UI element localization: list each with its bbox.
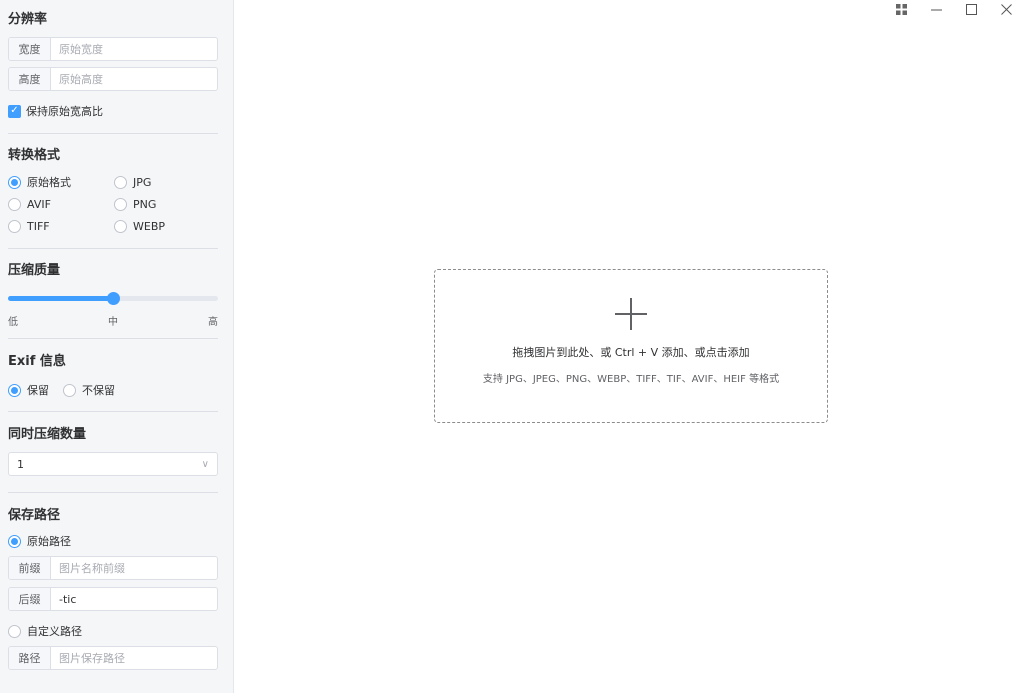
exif-option-label: 保留 bbox=[27, 384, 49, 397]
quality-label-low: 低 bbox=[8, 317, 18, 328]
radio-icon bbox=[114, 175, 127, 189]
dropzone-sub-text: 支持 JPG、JPEG、PNG、WEBP、TIFF、TIF、AVIF、HEIF … bbox=[482, 374, 780, 385]
suffix-label: 后缀 bbox=[9, 588, 51, 610]
exif-title: Exif 信息 bbox=[8, 354, 66, 369]
concurrency-select[interactable]: 1 ∨ bbox=[8, 452, 218, 476]
concurrency-value: 1 bbox=[17, 457, 24, 471]
format-option-label: TIFF bbox=[27, 219, 50, 233]
exif-radio-group: 保留 不保留 bbox=[8, 381, 115, 399]
save-path-option-label: 原始路径 bbox=[27, 535, 71, 548]
radio-icon bbox=[63, 383, 76, 397]
format-option-original[interactable]: 原始格式 bbox=[8, 173, 114, 191]
checkbox-checked-icon: ✓ bbox=[8, 104, 21, 118]
radio-icon bbox=[8, 197, 21, 211]
maximize-icon[interactable] bbox=[954, 0, 989, 18]
quality-label-high: 高 bbox=[208, 317, 218, 328]
quality-slider-fill bbox=[8, 296, 113, 301]
divider bbox=[8, 338, 218, 339]
prefix-input-group: 前缀 bbox=[8, 556, 218, 580]
divider bbox=[8, 492, 218, 493]
width-label: 宽度 bbox=[9, 38, 51, 60]
quality-labels: 低 中 高 bbox=[8, 313, 218, 328]
format-option-label: WEBP bbox=[133, 219, 166, 233]
resolution-title: 分辨率 bbox=[8, 12, 48, 27]
format-option-label: 原始格式 bbox=[27, 176, 71, 189]
radio-icon bbox=[114, 219, 127, 233]
format-option-label: JPG bbox=[133, 175, 152, 189]
radio-icon bbox=[114, 197, 127, 211]
path-input[interactable] bbox=[51, 647, 217, 669]
format-title: 转换格式 bbox=[8, 148, 61, 163]
quality-label-mid: 中 bbox=[108, 317, 118, 328]
divider bbox=[8, 248, 218, 249]
format-option-label: AVIF bbox=[27, 197, 51, 211]
plus-icon bbox=[615, 298, 647, 330]
settings-sidebar: 分辨率 宽度 高度 ✓ 保持原始宽高比 转换格式 原始格式 JPG AVIF P… bbox=[0, 0, 234, 693]
format-radio-group: 原始格式 JPG AVIF PNG TIFF WEBP bbox=[8, 173, 220, 235]
window-controls bbox=[884, 0, 1024, 18]
save-path-title: 保存路径 bbox=[8, 508, 61, 523]
concurrency-title: 同时压缩数量 bbox=[8, 427, 87, 442]
exif-option-label: 不保留 bbox=[82, 384, 115, 397]
height-input[interactable] bbox=[51, 68, 217, 90]
width-input-group: 宽度 bbox=[8, 37, 218, 61]
path-label: 路径 bbox=[9, 647, 51, 669]
suffix-input-group: 后缀 bbox=[8, 587, 218, 611]
close-icon[interactable] bbox=[989, 0, 1024, 18]
chevron-down-icon: ∨ bbox=[201, 458, 209, 470]
radio-checked-icon bbox=[8, 383, 21, 397]
image-dropzone[interactable]: 拖拽图片到此处、或 Ctrl + V 添加、或点击添加 支持 JPG、JPEG、… bbox=[434, 269, 828, 423]
path-input-group: 路径 bbox=[8, 646, 218, 670]
height-label: 高度 bbox=[9, 68, 51, 90]
format-option-webp[interactable]: WEBP bbox=[114, 217, 220, 235]
suffix-input[interactable] bbox=[51, 588, 217, 610]
radio-icon bbox=[8, 219, 21, 233]
prefix-label: 前缀 bbox=[9, 557, 51, 579]
height-input-group: 高度 bbox=[8, 67, 218, 91]
prefix-input[interactable] bbox=[51, 557, 217, 579]
keep-ratio-checkbox[interactable]: ✓ 保持原始宽高比 bbox=[8, 102, 103, 120]
save-path-option-custom[interactable]: 自定义路径 bbox=[8, 622, 82, 640]
quality-slider-thumb[interactable] bbox=[107, 292, 120, 305]
grid-icon[interactable] bbox=[884, 0, 919, 18]
exif-option-keep[interactable]: 保留 bbox=[8, 381, 49, 399]
quality-title: 压缩质量 bbox=[8, 263, 61, 278]
format-option-png[interactable]: PNG bbox=[114, 195, 220, 213]
radio-icon bbox=[8, 624, 21, 638]
keep-ratio-label: 保持原始宽高比 bbox=[26, 105, 103, 118]
quality-slider[interactable] bbox=[8, 292, 218, 305]
exif-option-discard[interactable]: 不保留 bbox=[63, 381, 115, 399]
format-option-tiff[interactable]: TIFF bbox=[8, 217, 114, 235]
divider bbox=[8, 411, 218, 412]
radio-checked-icon bbox=[8, 175, 21, 189]
minimize-icon[interactable] bbox=[919, 0, 954, 18]
save-path-option-label: 自定义路径 bbox=[27, 625, 82, 638]
format-option-avif[interactable]: AVIF bbox=[8, 195, 114, 213]
format-option-jpg[interactable]: JPG bbox=[114, 173, 220, 191]
radio-checked-icon bbox=[8, 534, 21, 548]
divider bbox=[8, 133, 218, 134]
save-path-option-original[interactable]: 原始路径 bbox=[8, 532, 71, 550]
format-option-label: PNG bbox=[133, 197, 157, 211]
dropzone-main-text: 拖拽图片到此处、或 Ctrl + V 添加、或点击添加 bbox=[512, 346, 750, 359]
width-input[interactable] bbox=[51, 38, 217, 60]
